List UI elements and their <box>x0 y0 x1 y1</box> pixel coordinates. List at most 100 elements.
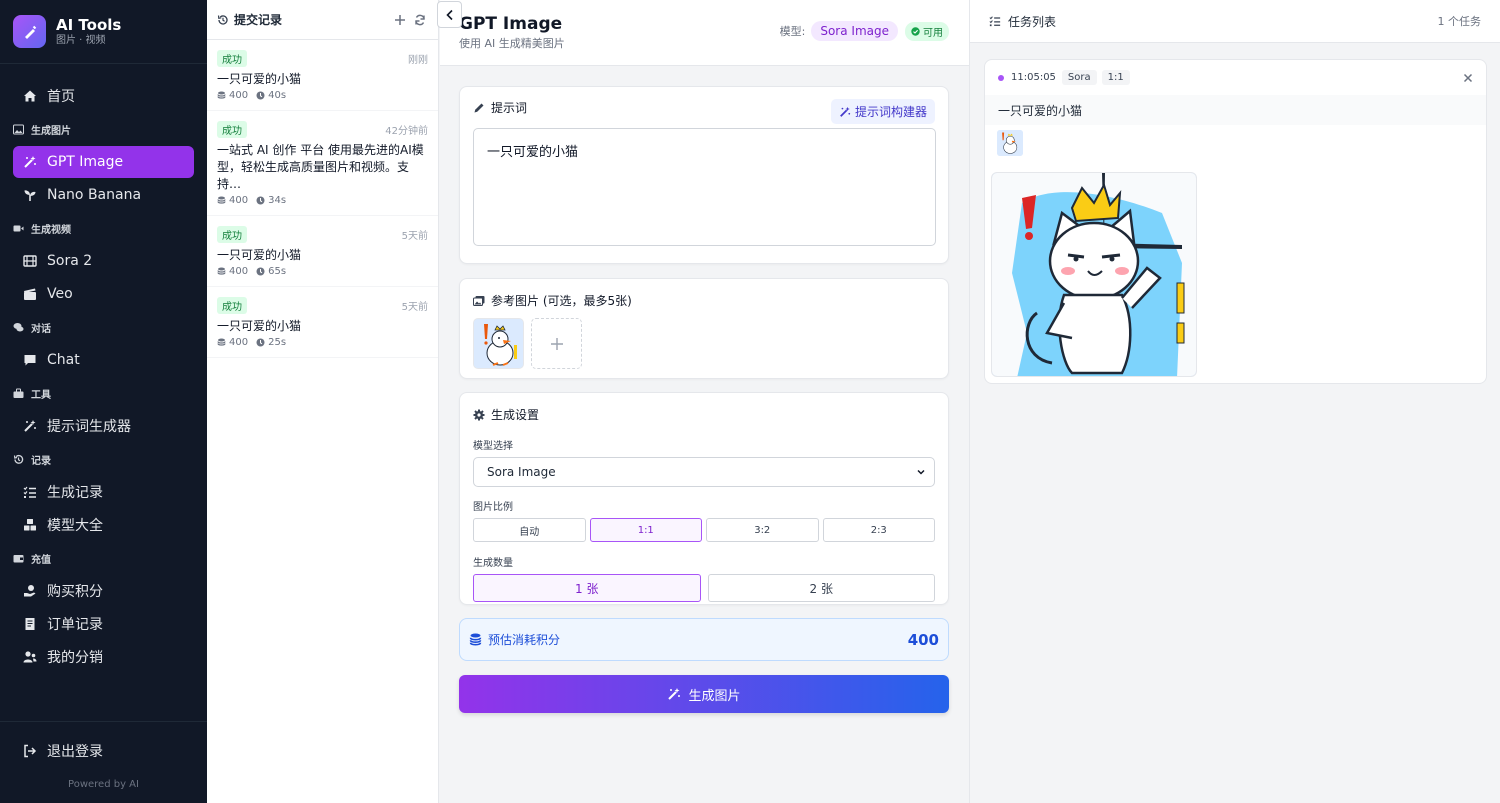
task-card[interactable]: 11:05:05 Sora 1:1 一只可爱的小猫 <box>984 59 1487 384</box>
close-icon[interactable] <box>1463 73 1473 83</box>
sidebar-item-sora2[interactable]: Sora 2 <box>13 245 194 277</box>
sidebar-item-label: Veo <box>47 286 73 302</box>
model-select[interactable]: Sora Image <box>473 457 935 487</box>
refresh-icon[interactable] <box>412 12 428 28</box>
status-label: 可用 <box>923 27 943 39</box>
count-2-button[interactable]: 2 张 <box>707 574 935 602</box>
sidebar-item-gpt-image[interactable]: GPT Image <box>13 146 194 178</box>
tasks-count: 1 个任务 <box>1437 15 1482 28</box>
sidebar-item-label: 首页 <box>47 89 75 105</box>
generated-image[interactable] <box>991 172 1197 377</box>
generate-label: 生成图片 <box>688 688 741 704</box>
sidebar-item-generation-records[interactable]: 生成记录 <box>13 476 194 508</box>
chevron-left-icon <box>445 9 455 21</box>
tasks-panel: 任务列表 1 个任务 11:05:05 Sora 1:1 一只可爱的小猫 <box>969 0 1500 803</box>
model-indicator: 模型: Sora Image 可用 <box>780 21 949 41</box>
receipt-icon <box>23 617 37 631</box>
history-time: 5天前 <box>401 302 428 313</box>
wallet-icon <box>13 553 24 564</box>
model-badge: Sora Image <box>811 21 898 41</box>
magic-wand-icon <box>23 155 37 169</box>
brand-logo-icon <box>13 15 46 48</box>
magic-wand-icon <box>839 106 851 118</box>
main-panel: GPT Image 使用 AI 生成精美图片 模型: Sora Image 可用… <box>440 0 969 803</box>
nav-section-recharge: 充值 <box>0 542 207 574</box>
prompt-input[interactable]: 一只可爱的小猫 <box>473 128 936 246</box>
history-item[interactable]: 成功 刚刚 一只可爱的小猫 400 40s <box>207 40 438 111</box>
history-item[interactable]: 成功 5天前 一只可爱的小猫 400 65s <box>207 216 438 287</box>
history-time: 刚刚 <box>408 55 428 66</box>
history-points: 400 <box>229 337 249 348</box>
ratio-1-1-button[interactable]: 1:1 <box>589 518 702 542</box>
task-reference-thumbnail <box>997 130 1023 156</box>
model-select-label: 模型选择 <box>473 441 513 452</box>
add-icon[interactable] <box>392 12 408 28</box>
history-text: 一只可爱的小猫 <box>217 319 302 333</box>
reference-thumbnail[interactable] <box>473 318 524 369</box>
collapse-panel-button[interactable] <box>437 1 462 28</box>
status-badge: 可用 <box>905 21 949 41</box>
plus-icon <box>550 337 564 351</box>
chevron-down-icon <box>916 467 926 477</box>
powered-by: Powered by AI <box>68 779 139 790</box>
cost-label: 预估消耗积分 <box>488 633 561 647</box>
film-icon <box>23 254 37 268</box>
logout-button[interactable]: 退出登录 <box>13 735 194 767</box>
brand: AI Tools 图片 · 视频 <box>0 0 207 64</box>
images-icon <box>473 295 485 307</box>
history-icon <box>217 14 229 26</box>
history-item[interactable]: 成功 5天前 一只可爱的小猫 400 25s <box>207 287 438 358</box>
nav-section-label: 生成视频 <box>31 224 71 236</box>
settings-label: 生成设置 <box>491 408 540 422</box>
chat-bubble-icon <box>23 353 37 367</box>
add-reference-button[interactable] <box>531 318 582 369</box>
status-badge: 成功 <box>217 226 247 243</box>
ratio-3-2-button[interactable]: 3:2 <box>706 518 819 542</box>
nav-section-label: 工具 <box>31 389 51 401</box>
prompt-builder-button[interactable]: 提示词构建器 <box>830 99 935 124</box>
sidebar-item-models[interactable]: 模型大全 <box>13 509 194 541</box>
reference-label: 参考图片 (可选，最多5张) <box>491 294 632 308</box>
sidebar-item-label: 订单记录 <box>47 617 103 633</box>
video-icon <box>13 223 24 234</box>
magic-wand-icon <box>667 687 681 701</box>
nav-section-tools: 工具 <box>0 377 207 409</box>
task-model-tag: Sora <box>1061 70 1097 85</box>
nav-section-label: 充值 <box>31 554 51 566</box>
sidebar-item-veo[interactable]: Veo <box>13 278 194 310</box>
sidebar-item-home[interactable]: 首页 <box>13 80 194 112</box>
history-duration: 25s <box>268 337 287 348</box>
sidebar-item-chat[interactable]: Chat <box>13 344 194 376</box>
ratio-auto-button[interactable]: 自动 <box>473 518 586 542</box>
sidebar-item-label: 购买积分 <box>47 584 103 600</box>
clapperboard-icon <box>23 287 37 301</box>
history-points: 400 <box>229 195 249 206</box>
ratio-label: 图片比例 <box>473 502 513 513</box>
main-header: GPT Image 使用 AI 生成精美图片 模型: Sora Image 可用 <box>440 0 969 66</box>
ratio-2-3-button[interactable]: 2:3 <box>822 518 935 542</box>
sidebar-item-label: Sora 2 <box>47 253 93 269</box>
ratio-options: 自动 1:1 3:2 2:3 <box>473 518 935 542</box>
status-badge: 成功 <box>217 50 247 67</box>
sidebar-item-buy-points[interactable]: 购买积分 <box>13 575 194 607</box>
history-item[interactable]: 成功 42分钟前 一站式 AI 创作 平台 使用最先进的AI模型，轻松生成高质量… <box>207 111 438 216</box>
generate-button[interactable]: 生成图片 <box>459 675 949 713</box>
pencil-icon <box>473 102 485 114</box>
clock-icon <box>256 91 265 100</box>
sidebar-item-orders[interactable]: 订单记录 <box>13 608 194 640</box>
cubes-icon <box>23 518 37 532</box>
model-select-value: Sora Image <box>487 465 556 479</box>
sidebar-item-prompt-generator[interactable]: 提示词生成器 <box>13 410 194 442</box>
brand-subtitle: 图片 · 视频 <box>56 34 106 46</box>
count-1-button[interactable]: 1 张 <box>473 574 701 602</box>
sidebar-nav: 首页 生成图片 GPT Image Nano Banana 生成视频 Sora … <box>0 64 207 673</box>
sidebar-item-distribution[interactable]: 我的分销 <box>13 641 194 673</box>
sidebar-item-label: Nano Banana <box>47 187 142 203</box>
history-time: 5天前 <box>401 231 428 242</box>
list-check-icon <box>989 15 1001 27</box>
home-icon <box>23 89 37 103</box>
sidebar-item-label: 模型大全 <box>47 518 103 534</box>
prompt-card: 提示词 提示词构建器 一只可爱的小猫 <box>459 86 949 264</box>
sidebar-item-nano-banana[interactable]: Nano Banana <box>13 179 194 211</box>
generation-settings-card: 生成设置 模型选择 Sora Image 图片比例 自动 1:1 3:2 2:3… <box>459 392 949 605</box>
